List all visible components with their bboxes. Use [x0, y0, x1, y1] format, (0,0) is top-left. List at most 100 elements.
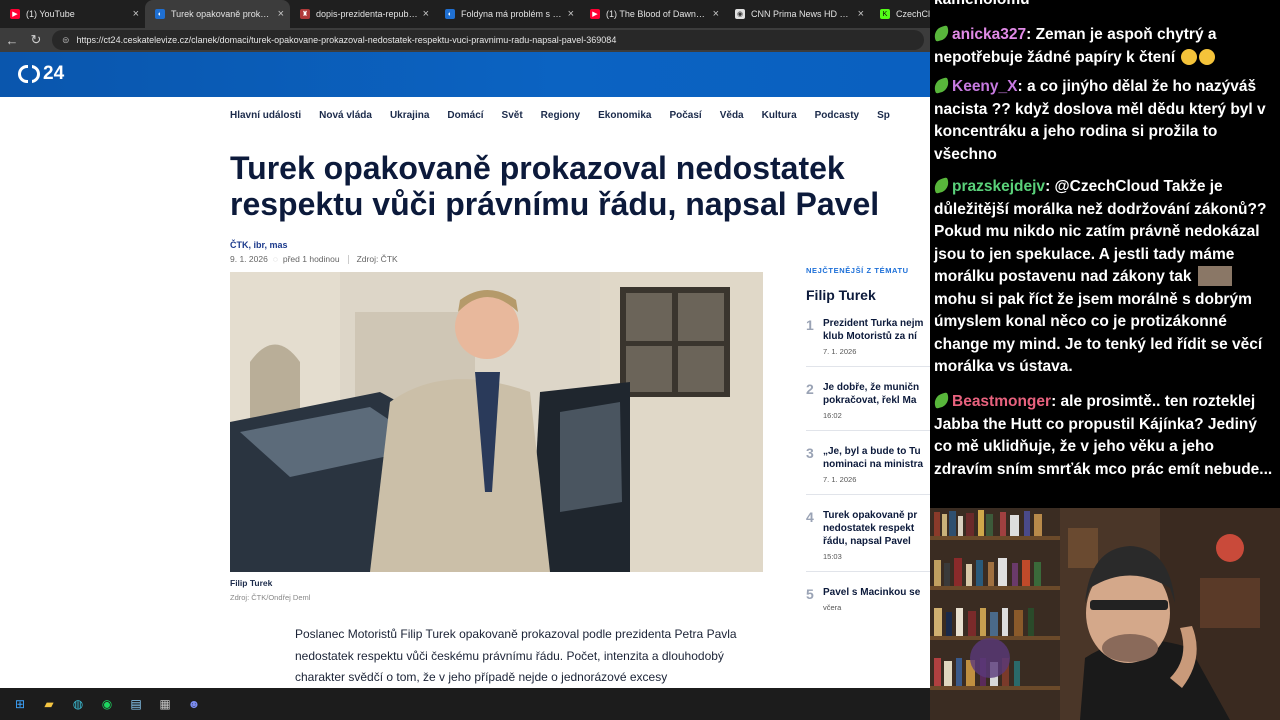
item-number: 2	[806, 381, 814, 397]
leaf-badge-icon	[932, 77, 951, 94]
youtube-icon: ▶	[10, 9, 20, 19]
youtube-icon: ▶	[590, 9, 600, 19]
main-navigation: Hlavní události Nová vláda Ukrajina Domá…	[230, 100, 908, 130]
browser-tab-dawnwalker[interactable]: ▶ (1) The Blood of Dawnwalker ×	[580, 0, 725, 28]
item-title: „Je, byl a bude to Tu	[823, 446, 921, 457]
divider	[806, 430, 930, 431]
close-tab-icon[interactable]: ×	[278, 8, 284, 20]
nav-item-ekonomika[interactable]: Ekonomika	[598, 110, 651, 121]
nav-item-domaci[interactable]: Domácí	[447, 110, 483, 121]
item-title: Pavel s Macinkou se	[823, 587, 921, 598]
article-source: Zdroj: ČTK	[356, 254, 398, 264]
web-page: 24 Hlavní události Nová vláda Ukrajina D…	[0, 52, 930, 688]
windows-taskbar: ⊞ ▰ ◍ ◉ ▤ ▦ ☻	[0, 688, 930, 720]
article-headline: Turek opakovaně prokazoval nedostatek re…	[230, 150, 880, 222]
chat-message: Keeny_X: a co jinýho dělal že ho nazýváš…	[932, 76, 1276, 166]
item-number: 4	[806, 509, 814, 525]
photo-caption: Filip Turek	[230, 578, 273, 588]
most-read-item[interactable]: 5 Pavel s Macinkou se včera	[806, 586, 930, 612]
browser-toolbar: ← ↻ ⊜ https://ct24.ceskatelevize.cz/clan…	[0, 28, 930, 52]
most-read-item[interactable]: 4 Turek opakovaně pr nedostatek respekt …	[806, 509, 930, 561]
article-date: 9. 1. 2026	[230, 254, 268, 264]
close-tab-icon[interactable]: ×	[713, 8, 719, 20]
nav-item-nova-vlada[interactable]: Nová vláda	[319, 110, 372, 121]
divider	[806, 571, 930, 572]
item-title: Prezident Turka nejm	[823, 318, 924, 329]
ct24-icon: ◐	[155, 9, 165, 19]
photo-illustration	[230, 272, 763, 572]
back-arrow-icon[interactable]: ←	[0, 28, 24, 52]
chat-username: Keeny_X	[952, 78, 1018, 95]
spotify-icon[interactable]: ◉	[97, 694, 117, 714]
browser-tab-bar: ▶ (1) YouTube × ◐ Turek opakovaně prokaz…	[0, 0, 930, 28]
item-date: 7. 1. 2026	[823, 475, 857, 484]
most-read-sidebar: NEJČTENĚJŠÍ Z TÉMATU Filip Turek 1 Prezi…	[806, 266, 930, 612]
ct24-logo[interactable]: 24	[18, 63, 64, 85]
item-number: 3	[806, 445, 814, 461]
most-read-item[interactable]: 2 Je dobře, že muničn pokračovat, řekl M…	[806, 381, 930, 420]
tab-label: (1) YouTube	[26, 9, 75, 19]
item-title: Turek opakovaně pr	[823, 510, 918, 521]
item-date: 7. 1. 2026	[823, 347, 857, 356]
edge-icon[interactable]: ◍	[68, 694, 88, 714]
close-tab-icon[interactable]: ×	[133, 8, 139, 20]
calculator-icon[interactable]: ▦	[155, 694, 175, 714]
photo-credit: Zdroj: ČTK/Ondřej Deml	[230, 593, 311, 602]
chat-username: anicka327	[952, 26, 1027, 43]
nav-item-podcasty[interactable]: Podcasty	[815, 110, 859, 121]
nav-item-kultura[interactable]: Kultura	[762, 110, 797, 121]
item-date: včera	[823, 603, 842, 612]
stream-chat-overlay: kamenolomu anicka327: Zeman je aspoň chy…	[930, 0, 1280, 508]
site-info-icon[interactable]: ⊜	[62, 35, 70, 46]
browser-tab-czechcloud[interactable]: K CzechCloud Stre	[870, 0, 930, 28]
item-title-line2: pokračovat, řekl Ma	[823, 395, 917, 406]
emblem-icon: ♜	[300, 9, 310, 19]
nav-item-pocasi[interactable]: Počasí	[669, 110, 701, 121]
reload-icon[interactable]: ↻	[24, 28, 48, 52]
sidebar-topic[interactable]: Filip Turek	[806, 287, 930, 303]
sidebar-kicker: NEJČTENĚJŠÍ Z TÉMATU	[806, 266, 909, 275]
url-text: https://ct24.ceskatelevize.cz/clanek/dom…	[76, 35, 617, 45]
nav-item-veda[interactable]: Věda	[720, 110, 744, 121]
most-read-item[interactable]: 3 „Je, byl a bude to Tu nominaci na mini…	[806, 445, 930, 484]
chat-colon: :	[1026, 26, 1036, 43]
browser-tab-turek-article[interactable]: ◐ Turek opakovaně prokazoval ×	[145, 0, 290, 28]
chat-message: Beastmonger: ale prosimtě.. ten roztekle…	[932, 391, 1276, 481]
webcam-feed	[930, 508, 1280, 720]
windows-start-icon[interactable]: ⊞	[10, 694, 30, 714]
article-age: před 1 hodinou	[282, 254, 340, 264]
chat-message: prazskejdejv: @CzechCloud Takže je důlež…	[932, 176, 1276, 379]
nav-item-sport[interactable]: Sp	[877, 110, 890, 121]
chat-colon: :	[1045, 178, 1055, 195]
browser-tab-youtube[interactable]: ▶ (1) YouTube ×	[0, 0, 145, 28]
leaf-badge-icon	[932, 177, 951, 194]
divider	[806, 366, 930, 367]
notepad-icon[interactable]: ▤	[126, 694, 146, 714]
article-authors[interactable]: ČTK, ibr, mas	[230, 240, 288, 250]
browser-tab-dopis[interactable]: ♜ dopis-prezidenta-republiky-p ×	[290, 0, 435, 28]
tab-label: CzechCloud Stre	[896, 9, 930, 19]
discord-icon[interactable]: ☻	[184, 694, 204, 714]
item-number: 1	[806, 317, 814, 333]
file-explorer-icon[interactable]: ▰	[39, 694, 59, 714]
browser-tab-foldyna[interactable]: ◐ Foldyna má problém s vyslov ×	[435, 0, 580, 28]
article-meta: 9. 1. 2026 ◌ před 1 hodinou Zdroj: ČTK	[230, 254, 398, 264]
tab-label: dopis-prezidenta-republiky-p	[316, 9, 419, 19]
nav-item-hlavni-udalosti[interactable]: Hlavní události	[230, 110, 301, 121]
article-photo[interactable]	[230, 272, 763, 572]
tab-label: Turek opakovaně prokazoval	[171, 9, 274, 19]
close-tab-icon[interactable]: ×	[568, 8, 574, 20]
clock-icon: ◌	[272, 254, 278, 264]
chat-colon: :	[1017, 78, 1027, 95]
most-read-item[interactable]: 1 Prezident Turka nejm klub Motoristů za…	[806, 317, 930, 356]
close-tab-icon[interactable]: ×	[423, 8, 429, 20]
meta-divider	[347, 254, 349, 264]
ct24-icon: ◐	[445, 9, 455, 19]
nav-item-svet[interactable]: Svět	[502, 110, 523, 121]
close-tab-icon[interactable]: ×	[858, 8, 864, 20]
logo-text: 24	[43, 63, 65, 84]
browser-tab-cnn-prima[interactable]: ◉ CNN Prima News HD Sledujte ×	[725, 0, 870, 28]
address-bar[interactable]: ⊜ https://ct24.ceskatelevize.cz/clanek/d…	[52, 30, 924, 50]
nav-item-ukrajina[interactable]: Ukrajina	[390, 110, 429, 121]
nav-item-regiony[interactable]: Regiony	[541, 110, 580, 121]
